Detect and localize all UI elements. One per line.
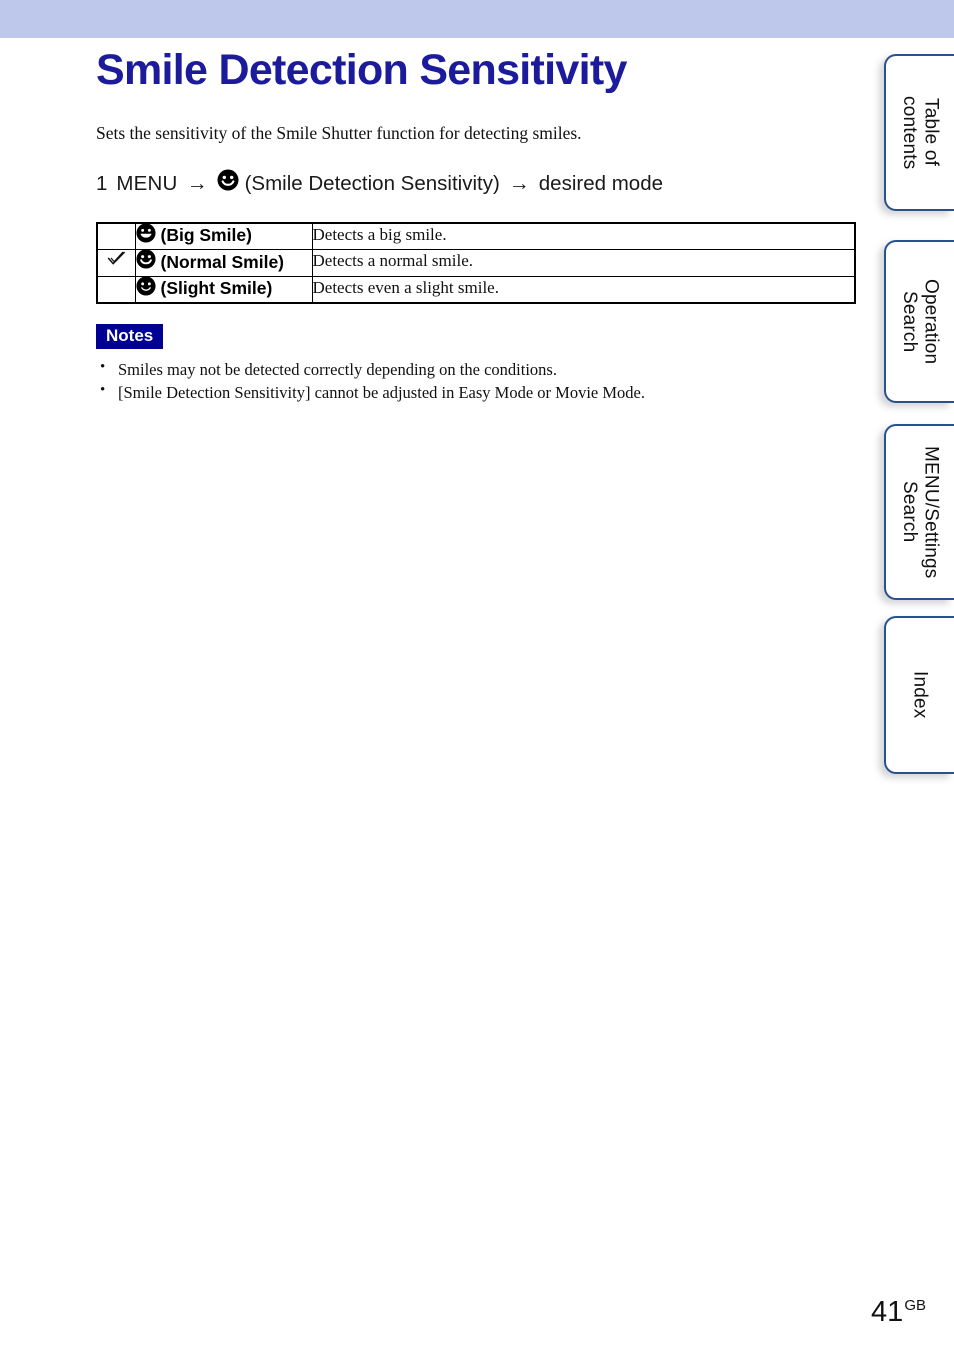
table-row[interactable]: (Slight Smile) Detects even a slight smi… <box>96 275 856 304</box>
smiley-normal-icon <box>135 249 156 274</box>
mode-table: (Big Smile) Detects a big smile. (Normal… <box>96 222 856 305</box>
row-label-cell: (Slight Smile) <box>134 275 313 304</box>
row-label-cell: (Normal Smile) <box>134 249 313 277</box>
table-row[interactable]: (Big Smile) Detects a big smile. <box>96 222 856 251</box>
arrow-right-icon-2: → <box>508 171 530 195</box>
notes-list: Smiles may not be detected correctly dep… <box>96 357 856 405</box>
sidebar-item-menu-settings-search[interactable]: MENU/Settings Search <box>884 424 954 600</box>
sidebar-item-index[interactable]: Index <box>884 616 954 774</box>
list-item: [Smile Detection Sensitivity] cannot be … <box>96 380 856 404</box>
sidebar-item-operation-search[interactable]: Operation Search <box>884 240 954 403</box>
notes-badge: Notes <box>96 324 164 349</box>
smiley-big-icon <box>135 223 156 248</box>
row-description-cell: Detects even a slight smile. <box>311 275 856 304</box>
page-number-value: 41 <box>871 1296 904 1328</box>
page-title: Smile Detection Sensitivity <box>96 46 627 94</box>
row-check-cell <box>96 222 136 251</box>
row-label-cell: (Big Smile) <box>134 222 313 251</box>
arrow-right-icon: → <box>186 171 208 195</box>
smiley-slight-icon <box>135 276 156 301</box>
side-tab-bar: Table of contents Operation Search MENU/… <box>876 0 954 1369</box>
sidebar-item-table-of-contents[interactable]: Table of contents <box>884 54 954 211</box>
row-label-text: (Big Smile) <box>160 225 252 246</box>
step-number: 1 <box>96 172 108 196</box>
page-number-suffix: GB <box>904 1297 926 1315</box>
table-row[interactable]: (Normal Smile) Detects a normal smile. <box>96 249 856 277</box>
side-tab-label: MENU/Settings Search <box>899 445 942 579</box>
row-label-text: (Normal Smile) <box>160 251 285 272</box>
row-check-cell <box>96 249 136 277</box>
row-check-cell <box>96 275 136 304</box>
page-number: 41GB <box>871 1298 926 1327</box>
notes-block: Notes Smiles may not be detected correct… <box>96 324 856 405</box>
intro-paragraph: Sets the sensitivity of the Smile Shutte… <box>96 123 582 144</box>
row-description-cell: Detects a big smile. <box>311 222 856 251</box>
checkmark-icon <box>107 250 126 271</box>
step-result: desired mode <box>538 172 663 196</box>
page-content: Smile Detection Sensitivity Sets the sen… <box>96 38 856 405</box>
procedure-step: 1 MENU → (Smile Detection Sensitivity) →… <box>96 146 856 198</box>
row-label-text: (Slight Smile) <box>160 278 273 299</box>
function-name: (Smile Detection Sensitivity) <box>244 172 500 196</box>
smiley-normal-icon <box>217 169 239 197</box>
header-band <box>0 0 954 38</box>
row-description-cell: Detects a normal smile. <box>311 249 856 277</box>
side-tab-label: Operation Search <box>899 278 942 365</box>
menu-label[interactable]: MENU <box>116 172 177 196</box>
list-item: Smiles may not be detected correctly dep… <box>96 357 856 381</box>
side-tab-label: Index <box>909 671 931 719</box>
side-tab-label: Table of contents <box>899 95 942 170</box>
